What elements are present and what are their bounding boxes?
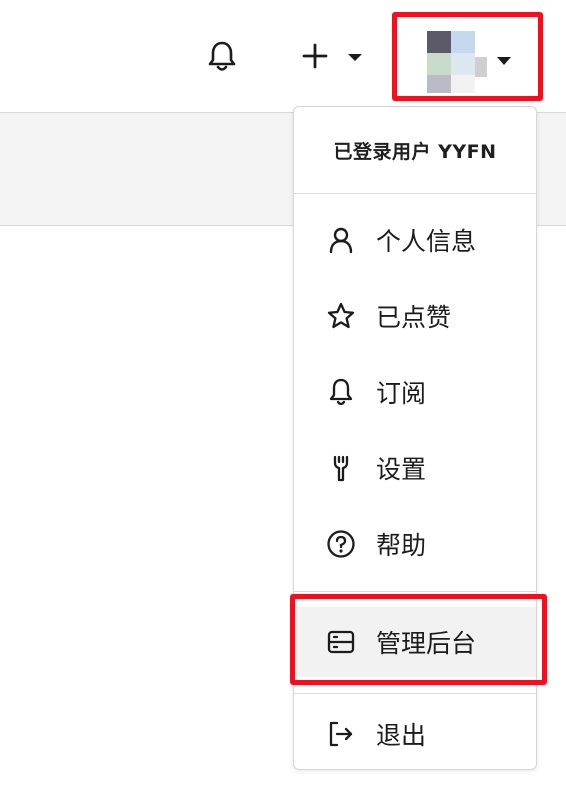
top-navbar [0,0,566,113]
help-circle-icon [326,529,356,559]
menu-item-profile[interactable]: 个人信息 [294,209,536,271]
menu-item-label: 退出 [376,721,427,750]
user-icon [326,225,356,255]
caret-down-icon [497,57,511,65]
avatar [415,27,487,99]
menu-item-label: 已点赞 [376,303,452,332]
user-avatar-menu-button[interactable] [392,12,543,101]
star-icon [326,301,356,331]
server-icon [326,627,356,657]
menu-item-settings[interactable]: 设置 [294,437,536,499]
menu-item-help[interactable]: 帮助 [294,513,536,575]
menu-item-label: 设置 [376,455,427,484]
menu-item-label: 帮助 [376,531,427,560]
menu-item-label: 个人信息 [376,227,477,256]
menu-divider [294,693,536,694]
menu-item-label: 订阅 [376,379,427,408]
wrench-icon [326,453,356,483]
menu-item-admin-panel[interactable]: 管理后台 [294,607,536,677]
signed-in-label: 已登录用户 YYFN [294,107,536,194]
sign-out-icon [326,719,356,749]
menu-item-subscriptions[interactable]: 订阅 [294,361,536,423]
plus-icon [302,43,362,69]
menu-divider [294,591,536,592]
notifications-bell-icon[interactable] [204,38,240,74]
bell-icon [326,377,356,407]
user-dropdown-menu: 已登录用户 YYFN 个人信息 已点赞 订阅 设置 帮助 管理后台 退出 [293,106,537,770]
menu-item-label: 管理后台 [376,629,477,658]
menu-item-liked[interactable]: 已点赞 [294,285,536,347]
create-new-button[interactable] [298,38,368,74]
menu-item-sign-out[interactable]: 退出 [294,703,536,765]
